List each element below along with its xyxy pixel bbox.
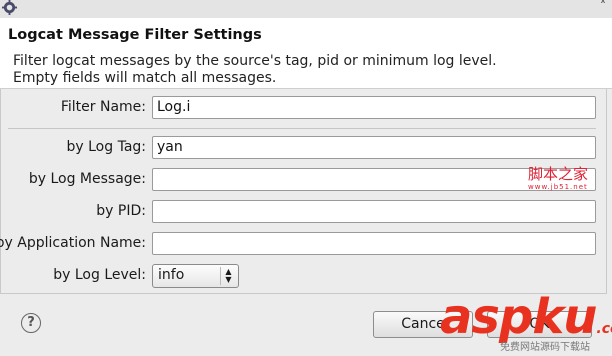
filter-name-label: Filter Name: [60, 99, 146, 115]
dialog-header: Logcat Message Filter Settings Filter lo… [0, 18, 612, 89]
description-line-2: Empty fields will match all messages. [13, 70, 277, 86]
watermark-brand-cn: 免费网站源码下载站 [500, 342, 590, 353]
dialog-description: Filter logcat messages by the source's t… [13, 53, 497, 87]
pid-input[interactable] [152, 200, 596, 223]
app-name-label: by Application Name: [0, 235, 146, 251]
description-line-1: Filter logcat messages by the source's t… [13, 53, 497, 69]
log-level-value: info [158, 267, 185, 283]
log-level-select[interactable]: info ▲ ▼ [152, 264, 239, 288]
watermark-site-cn: 脚本之家 [528, 165, 589, 183]
chevron-up-icon[interactable]: ˄ [600, 0, 606, 13]
log-level-label: by Log Level: [53, 267, 146, 283]
watermark-brand-suffix: .com [596, 321, 612, 337]
pid-label: by PID: [96, 203, 146, 219]
form-divider [8, 128, 596, 129]
help-icon[interactable]: ? [21, 313, 41, 333]
log-tag-input[interactable]: yan [152, 136, 596, 159]
watermark-site-url: www.jb51.net [528, 183, 588, 191]
gear-icon [2, 0, 17, 15]
log-tag-label: by Log Tag: [66, 139, 147, 155]
dialog-title: Logcat Message Filter Settings [8, 27, 262, 43]
log-message-label: by Log Message: [28, 171, 146, 187]
updown-arrows-icon: ▲ ▼ [220, 267, 236, 285]
window-titlebar: ˄ [0, 0, 612, 18]
app-name-input[interactable] [152, 232, 596, 255]
watermark-brand-text: aspku [440, 289, 597, 345]
filter-name-input[interactable]: Log.i [152, 96, 596, 119]
